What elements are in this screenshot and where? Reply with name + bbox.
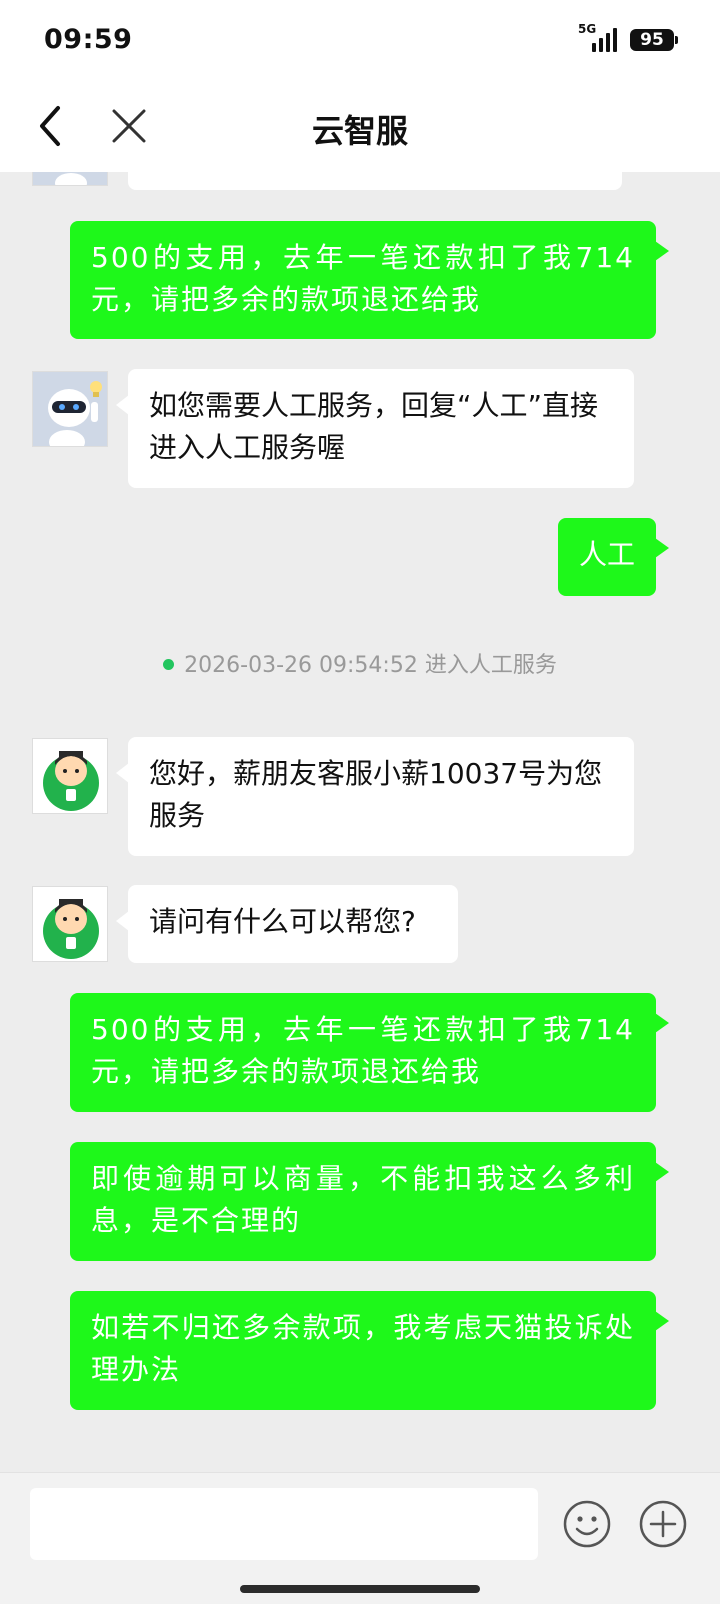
plus-circle-icon	[639, 1500, 687, 1548]
agent-avatar-icon	[33, 887, 107, 961]
user-message-bubble: 人工	[558, 518, 669, 596]
agent-avatar-icon	[33, 739, 107, 813]
message-bubble-partial	[128, 172, 622, 190]
system-timestamp: 2026-03-26 09:54:52	[184, 653, 418, 678]
system-message: 进入人工服务	[424, 653, 557, 678]
robot-icon	[33, 172, 107, 185]
emoji-button[interactable]	[562, 1499, 612, 1549]
status-time: 09:59	[44, 24, 133, 55]
home-indicator[interactable]	[240, 1585, 480, 1593]
bot-message-bubble: 如您需要人工服务，回复“人工”直接进入人工服务喔	[116, 369, 634, 488]
status-dot-icon	[163, 658, 175, 670]
signal-icon	[592, 26, 622, 52]
agent-message-bubble: 您好，薪朋友客服小薪10037号为您服务	[116, 737, 634, 856]
robot-icon	[33, 372, 107, 446]
bot-avatar	[32, 172, 108, 186]
system-status-line: 2026-03-26 09:54:52 进入人工服务	[0, 647, 720, 679]
user-message-bubble: 500的支用，去年一笔还款扣了我714元，请把多余的款项退还给我	[70, 221, 669, 339]
agent-message-bubble: 请问有什么可以帮您?	[116, 885, 458, 963]
status-bar: 09:59 5G 95	[0, 0, 720, 80]
input-bar	[0, 1472, 720, 1604]
battery-indicator: 95	[630, 29, 678, 51]
user-message-bubble: 即使逾期可以商量，不能扣我这么多利息，是不合理的	[70, 1142, 669, 1261]
bot-avatar	[32, 371, 108, 447]
page-title: 云智服	[311, 112, 408, 150]
more-button[interactable]	[638, 1499, 688, 1549]
smiley-icon	[563, 1500, 611, 1548]
chat-area[interactable]: 500的支用，去年一笔还款扣了我714元，请把多余的款项退还给我 如您需要人工服…	[0, 172, 720, 1472]
user-message-bubble: 如若不归还多余款项，我考虑天猫投诉处理办法	[70, 1291, 669, 1410]
message-input[interactable]	[30, 1488, 538, 1560]
agent-avatar	[32, 738, 108, 814]
user-message-bubble: 500的支用，去年一笔还款扣了我714元，请把多余的款项退还给我	[70, 993, 669, 1112]
agent-avatar	[32, 886, 108, 962]
nav-bar: 云智服	[0, 80, 720, 172]
